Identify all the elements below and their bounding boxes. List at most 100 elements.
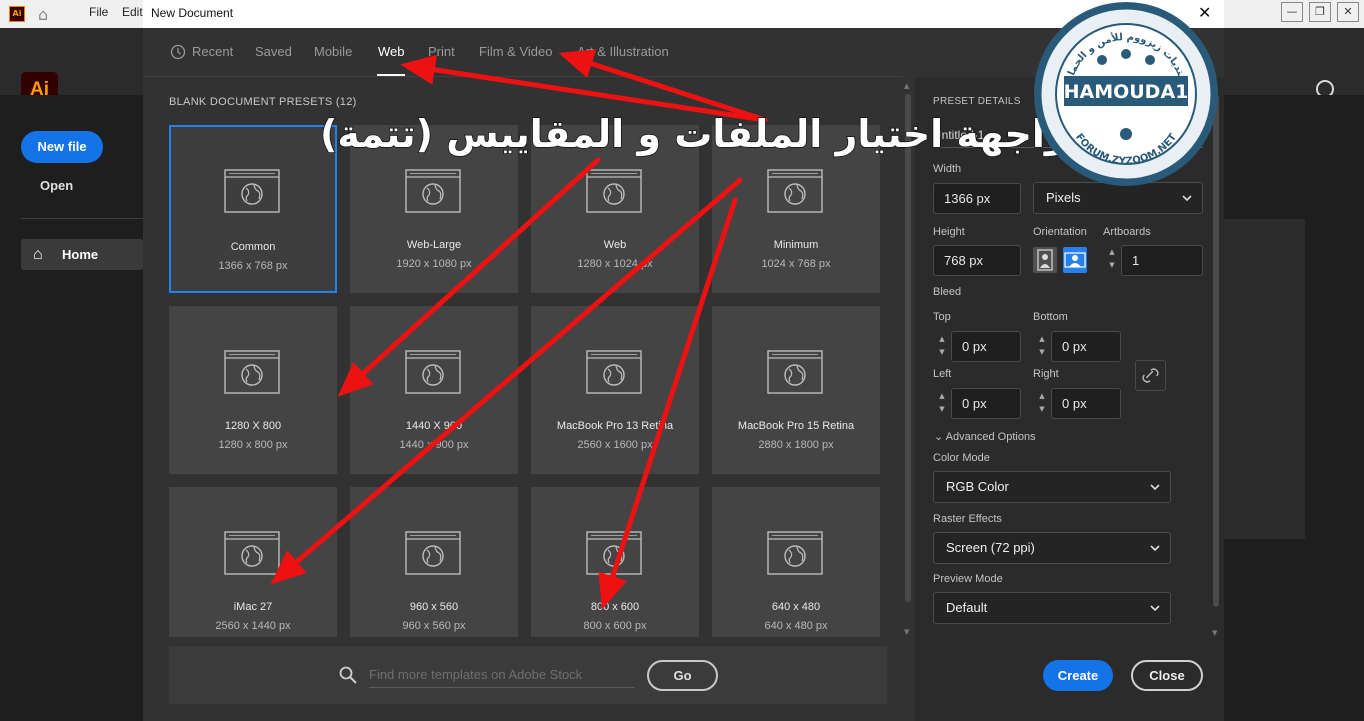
window-close-icon[interactable]: ✕: [1337, 2, 1359, 22]
preset-card[interactable]: MacBook Pro 13 Retina 2560 x 1600 px: [531, 306, 699, 474]
preset-details-heading: PRESET DETAILS: [933, 96, 1021, 107]
preset-card[interactable]: MacBook Pro 15 Retina 2880 x 1800 px: [712, 306, 880, 474]
web-document-icon: [586, 350, 642, 394]
width-input[interactable]: 1366 px: [933, 183, 1021, 214]
preset-name: 1280 X 800: [224, 420, 282, 432]
advanced-options-label: Advanced Options: [945, 431, 1036, 443]
web-document-icon: [767, 350, 823, 394]
tab-web[interactable]: Web: [378, 44, 405, 59]
tab-mobile[interactable]: Mobile: [314, 44, 352, 59]
preset-name: Web-Large: [406, 239, 462, 251]
preset-size: 640 x 480 px: [764, 620, 828, 632]
preset-size: 960 x 560 px: [402, 620, 466, 632]
restore-icon[interactable]: ❐: [1309, 2, 1331, 22]
chevron-down-icon: [1150, 484, 1160, 491]
sidebar-item-home[interactable]: ⌂ Home: [21, 239, 143, 270]
presets-scrollbar[interactable]: ▲ ▼: [903, 82, 913, 638]
height-input[interactable]: 768 px: [933, 245, 1021, 276]
sidebar-item-label: Home: [62, 247, 99, 262]
preset-card[interactable]: 960 x 560 960 x 560 px: [350, 487, 518, 637]
tab-art-illustration[interactable]: Art & Illustration: [577, 44, 669, 59]
artboards-stepper[interactable]: ▲ ▼: [1105, 246, 1119, 273]
menu-edit[interactable]: Edit: [122, 5, 143, 19]
preset-name: iMac 27: [233, 601, 273, 613]
preset-name: MacBook Pro 13 Retina: [556, 420, 674, 432]
overlay-caption: واجهة اختيار الملفات و المقاييس (تتمة): [319, 111, 1069, 157]
preview-mode-select[interactable]: Default: [933, 592, 1171, 624]
preset-name: Web: [603, 239, 627, 251]
preset-size: 1280 x 800 px: [218, 439, 288, 451]
preset-card[interactable]: 1280 X 800 1280 x 800 px: [169, 306, 337, 474]
presets-heading: BLANK DOCUMENT PRESETS (12): [169, 96, 357, 108]
color-mode-value: RGB Color: [946, 479, 1009, 494]
left-stepper[interactable]: ▲ ▼: [935, 390, 949, 417]
bottom-label: Bottom: [1033, 311, 1068, 323]
web-document-icon: [586, 169, 642, 213]
new-file-button[interactable]: New file: [21, 131, 103, 163]
preset-name: 640 x 480: [771, 601, 821, 613]
raster-effects-select[interactable]: Screen (72 ppi): [933, 532, 1171, 564]
seal-name: HAMOUDA1: [1064, 81, 1189, 103]
preset-card[interactable]: 800 x 600 800 x 600 px: [531, 487, 699, 637]
raster-effects-label: Raster Effects: [933, 513, 1002, 525]
go-button[interactable]: Go: [647, 660, 718, 691]
preset-size: 1024 x 768 px: [761, 258, 831, 270]
width-label: Width: [933, 163, 962, 175]
bleed-bottom-input[interactable]: 0 px: [1051, 331, 1121, 362]
top-label: Top: [933, 311, 951, 323]
artboards-input[interactable]: 1: [1121, 245, 1203, 276]
close-button[interactable]: Close: [1131, 660, 1203, 691]
preset-size: 1366 x 768 px: [218, 260, 288, 272]
preset-card[interactable]: 640 x 480 640 x 480 px: [712, 487, 880, 637]
preset-name: MacBook Pro 15 Retina: [737, 420, 855, 432]
web-document-icon: [224, 531, 280, 575]
web-document-icon: [767, 169, 823, 213]
preset-size: 2560 x 1440 px: [215, 620, 291, 632]
preview-mode-value: Default: [946, 600, 988, 615]
bleed-right-input[interactable]: 0 px: [1051, 388, 1121, 419]
preset-name: 800 x 600: [590, 601, 640, 613]
tab-film-video[interactable]: Film & Video: [479, 44, 552, 59]
portrait-orientation-icon[interactable]: [1033, 247, 1057, 273]
web-document-icon: [224, 350, 280, 394]
preset-card[interactable]: iMac 27 2560 x 1440 px: [169, 487, 337, 637]
sidebar-divider: [21, 218, 143, 219]
app-content-panel: [1224, 219, 1305, 539]
search-icon: [339, 666, 357, 684]
artboards-label: Artboards: [1103, 226, 1151, 238]
app-icon: Ai: [9, 6, 25, 22]
create-button[interactable]: Create: [1043, 660, 1113, 691]
right-stepper[interactable]: ▲ ▼: [1035, 390, 1049, 417]
tabs-divider: [143, 76, 903, 77]
preset-card[interactable]: Common 1366 x 768 px: [169, 125, 337, 293]
preset-name: 960 x 560: [409, 601, 459, 613]
clock-icon: [170, 44, 186, 60]
open-button[interactable]: Open: [40, 178, 73, 193]
stock-search-input[interactable]: [369, 662, 635, 688]
scroll-thumb[interactable]: [905, 94, 911, 602]
bleed-top-input[interactable]: 0 px: [951, 331, 1021, 362]
preset-size: 2560 x 1600 px: [577, 439, 653, 451]
stock-search-bar: Go: [169, 646, 887, 704]
link-bleed-button[interactable]: [1135, 360, 1166, 391]
tab-recent[interactable]: Recent: [192, 44, 233, 59]
tab-print[interactable]: Print: [428, 44, 455, 59]
bleed-left-input[interactable]: 0 px: [951, 388, 1021, 419]
landscape-orientation-icon[interactable]: [1063, 247, 1087, 273]
link-icon: [1142, 368, 1159, 383]
raster-effects-value: Screen (72 ppi): [946, 540, 1035, 555]
home-icon[interactable]: ⌂: [38, 5, 48, 24]
minimize-icon[interactable]: —: [1281, 2, 1303, 22]
chevron-down-icon: [1150, 545, 1160, 552]
menu-file[interactable]: File: [89, 5, 108, 19]
advanced-options-toggle[interactable]: ⌄ Advanced Options: [934, 430, 1036, 443]
tab-saved[interactable]: Saved: [255, 44, 292, 59]
preset-size: 1280 x 1024 px: [577, 258, 653, 270]
bottom-stepper[interactable]: ▲ ▼: [1035, 333, 1049, 360]
color-mode-select[interactable]: RGB Color: [933, 471, 1171, 503]
top-stepper[interactable]: ▲ ▼: [935, 333, 949, 360]
preset-card[interactable]: 1440 X 900 1440 x 900 px: [350, 306, 518, 474]
home-icon: ⌂: [33, 246, 43, 263]
web-document-icon: [224, 169, 280, 213]
left-label: Left: [933, 368, 952, 380]
